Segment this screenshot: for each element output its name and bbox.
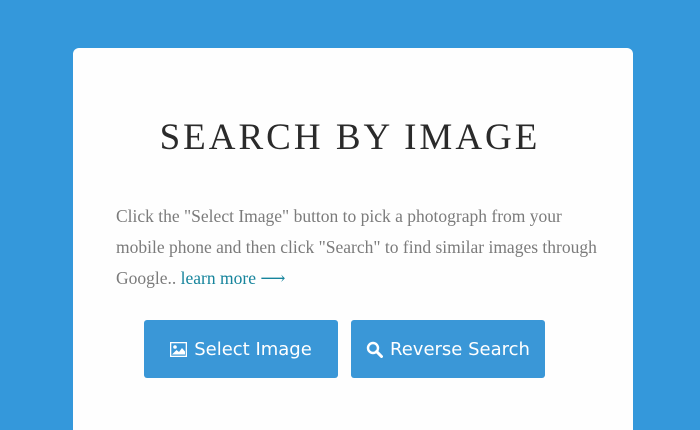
select-image-button[interactable]: Select Image: [144, 320, 338, 378]
learn-more-link[interactable]: learn more ⟶: [181, 268, 286, 288]
page-background: SEARCH BY IMAGE Click the "Select Image"…: [0, 0, 700, 430]
reverse-search-label: Reverse Search: [390, 338, 530, 360]
page-title: SEARCH BY IMAGE: [159, 117, 541, 158]
description-text: Click the "Select Image" button to pick …: [116, 201, 606, 294]
reverse-search-button[interactable]: Reverse Search: [351, 320, 545, 378]
select-image-label: Select Image: [194, 338, 312, 360]
image-icon: [170, 341, 188, 357]
search-icon: [366, 341, 384, 358]
